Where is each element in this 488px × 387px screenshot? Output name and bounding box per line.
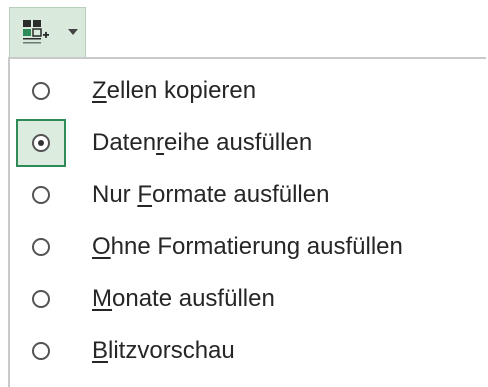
- radio-wrapper: [16, 171, 66, 219]
- menu-item-copy-cells[interactable]: Zellen kopieren: [10, 66, 480, 116]
- autofill-options-button[interactable]: [9, 7, 86, 58]
- radio-wrapper: [16, 67, 66, 115]
- menu-item-fill-months[interactable]: Monate ausfüllen: [10, 274, 480, 324]
- menu-item-label: Ohne Formatierung ausfüllen: [92, 233, 403, 260]
- menu-item-fill-series[interactable]: Datenreihe ausfüllen: [10, 118, 480, 168]
- autofill-options-menu: Zellen kopieren Datenreihe ausfüllen Nur…: [8, 57, 486, 387]
- radio-wrapper: [16, 119, 66, 167]
- menu-item-fill-formatting-only[interactable]: Nur Formate ausfüllen: [10, 170, 480, 220]
- menu-item-fill-without-formatting[interactable]: Ohne Formatierung ausfüllen: [10, 222, 480, 272]
- radio-button[interactable]: [32, 186, 50, 204]
- radio-wrapper: [16, 223, 66, 271]
- autofill-options-icon: [23, 20, 49, 44]
- radio-wrapper: [16, 327, 66, 375]
- radio-button[interactable]: [32, 290, 50, 308]
- menu-item-label: Nur Formate ausfüllen: [92, 181, 330, 208]
- radio-button[interactable]: [32, 238, 50, 256]
- menu-item-flash-fill[interactable]: Blitzvorschau: [10, 326, 480, 376]
- radio-button[interactable]: [32, 134, 50, 152]
- menu-item-label: Zellen kopieren: [92, 77, 257, 104]
- menu-item-label: Datenreihe ausfüllen: [92, 129, 313, 156]
- radio-wrapper: [16, 275, 66, 323]
- menu-item-label: Blitzvorschau: [92, 337, 235, 364]
- radio-button[interactable]: [32, 82, 50, 100]
- chevron-down-icon: [68, 29, 78, 35]
- menu-item-label: Monate ausfüllen: [92, 285, 275, 312]
- radio-button[interactable]: [32, 342, 50, 360]
